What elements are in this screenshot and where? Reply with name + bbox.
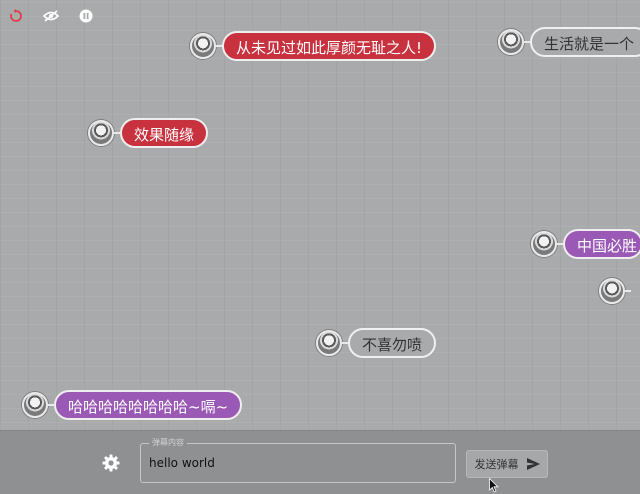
connector <box>625 290 631 292</box>
bottom-toolbar: 弹幕内容 发送弹幕 <box>0 430 640 494</box>
avatar <box>599 278 625 304</box>
avatar <box>22 392 48 418</box>
danmu-item[interactable]: 不喜勿喷 <box>316 328 437 358</box>
gear-icon[interactable] <box>102 454 120 472</box>
eye-off-icon[interactable] <box>43 8 59 24</box>
danmu-item[interactable]: 从未见过如此厚颜无耻之人! <box>190 31 437 61</box>
send-button-label: 发送弹幕 <box>474 458 519 471</box>
danmu-bubble: 效果随缘 <box>120 118 209 148</box>
refresh-icon[interactable] <box>8 8 24 24</box>
avatar <box>190 33 216 59</box>
mouse-cursor-icon <box>489 478 499 493</box>
danmu-item[interactable]: 效果随缘 <box>88 118 209 148</box>
danmu-item[interactable]: 生活就是一个 <box>498 27 640 57</box>
danmu-item[interactable]: 哈哈哈哈哈哈哈哈~嗝~ <box>22 390 243 420</box>
danmu-input[interactable] <box>141 444 455 482</box>
top-controls <box>8 8 94 24</box>
avatar <box>531 231 557 257</box>
danmu-bubble: 中国必胜 <box>563 229 640 259</box>
avatar <box>88 120 114 146</box>
avatar <box>498 29 524 55</box>
danmu-item[interactable]: 中国必胜 <box>531 229 640 259</box>
send-button[interactable]: 发送弹幕 <box>466 450 548 478</box>
pause-icon[interactable] <box>78 8 94 24</box>
danmu-bubble: 从未见过如此厚颜无耻之人! <box>222 31 437 61</box>
danmu-bubble: 哈哈哈哈哈哈哈哈~嗝~ <box>54 390 243 420</box>
avatar <box>316 330 342 356</box>
danmu-item[interactable] <box>599 278 631 304</box>
send-icon <box>526 458 540 470</box>
danmu-input-box: 弹幕内容 <box>140 437 456 483</box>
danmu-bubble: 不喜勿喷 <box>348 328 437 358</box>
danmaku-stage: 从未见过如此厚颜无耻之人! 生活就是一个 效果随缘 中国必胜 不喜勿喷 哈哈哈哈… <box>0 0 640 430</box>
danmu-bubble: 生活就是一个 <box>530 27 640 57</box>
